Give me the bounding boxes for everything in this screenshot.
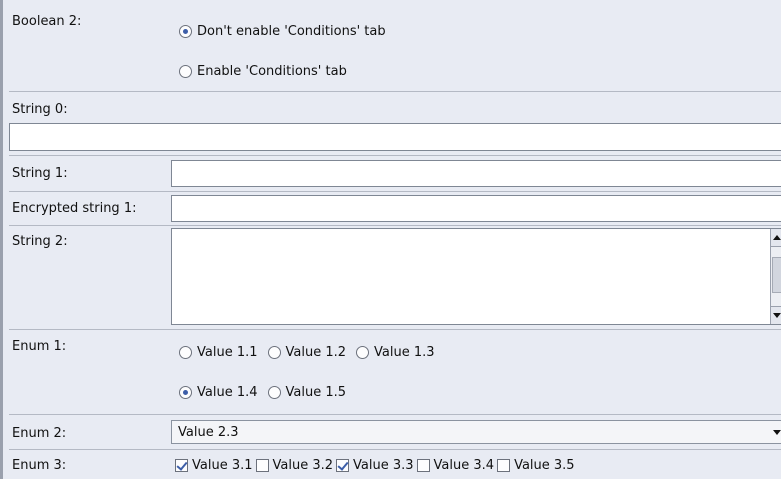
divider [9, 155, 781, 156]
enum3-checkbox-3-3[interactable]: Value 3.3 [336, 458, 414, 473]
string1-field[interactable] [171, 160, 781, 187]
enum3-options: Value 3.1 Value 3.2 Value 3.3 Value 3.4 … [175, 458, 578, 473]
enum1-option-label: Value 1.2 [285, 345, 347, 360]
checkbox-unchecked-icon [497, 459, 511, 472]
enum3-checkbox-3-1[interactable]: Value 3.1 [175, 458, 253, 473]
enum1-label: Enum 1: [12, 339, 67, 354]
divider [9, 329, 781, 330]
scroll-down-button[interactable] [771, 306, 781, 324]
divider [9, 225, 781, 226]
enum1-radio-1-1[interactable]: Value 1.1 [179, 345, 258, 360]
string2-textarea[interactable] [171, 228, 781, 325]
enum2-label: Enum 2: [12, 426, 67, 441]
enum1-option-label: Value 1.5 [285, 385, 347, 400]
enum3-label: Enum 3: [12, 458, 67, 473]
boolean2-option-0-label: Don't enable 'Conditions' tab [197, 24, 386, 39]
radio-selected-icon [179, 25, 192, 38]
string1-label: String 1: [12, 166, 68, 181]
enum1-radio-1-5[interactable]: Value 1.5 [267, 385, 347, 400]
radio-unselected-icon [267, 346, 281, 359]
scroll-up-button[interactable] [771, 229, 781, 247]
boolean2-option-1-label: Enable 'Conditions' tab [197, 64, 347, 79]
divider [9, 449, 781, 450]
radio-unselected-icon [267, 386, 281, 399]
checkbox-unchecked-icon [416, 459, 430, 472]
divider [9, 91, 781, 92]
enum3-checkbox-3-5[interactable]: Value 3.5 [497, 458, 575, 473]
enum3-checkbox-3-4[interactable]: Value 3.4 [416, 458, 495, 473]
enum2-dropdown[interactable]: Value 2.3 [171, 420, 781, 444]
boolean2-radio-dont-enable[interactable]: Don't enable 'Conditions' tab [179, 24, 386, 39]
radio-unselected-icon [356, 346, 370, 359]
divider [9, 191, 781, 192]
enum1-option-label: Value 1.4 [197, 385, 258, 400]
enum1-radio-1-3[interactable]: Value 1.3 [356, 345, 435, 360]
string0-label: String 0: [12, 102, 68, 117]
checkbox-checked-icon [336, 459, 350, 472]
arrow-down-icon [773, 313, 781, 318]
enum3-option-label: Value 3.4 [433, 458, 495, 473]
enum1-option-label: Value 1.3 [374, 345, 435, 360]
encrypted-string1-field[interactable] [171, 195, 781, 222]
radio-unselected-icon [179, 65, 192, 78]
encrypted-string1-label: Encrypted string 1: [12, 201, 137, 216]
enum3-option-label: Value 3.3 [353, 458, 414, 473]
checkbox-unchecked-icon [255, 459, 269, 472]
checkbox-checked-icon [175, 459, 188, 472]
arrow-up-icon [773, 235, 781, 240]
enum3-option-label: Value 3.1 [192, 458, 253, 473]
enum3-option-label: Value 3.5 [514, 458, 575, 473]
string2-label: String 2: [12, 234, 68, 249]
enum1-radio-1-4[interactable]: Value 1.4 [179, 385, 258, 400]
enum2-selected-value: Value 2.3 [178, 424, 239, 440]
string2-scrollbar[interactable] [770, 229, 781, 324]
enum1-row-1: Value 1.1 Value 1.2 Value 1.3 [179, 345, 445, 360]
string0-field[interactable] [9, 123, 781, 151]
chevron-down-icon [773, 430, 781, 435]
divider [9, 414, 781, 415]
enum3-option-label: Value 3.2 [272, 458, 334, 473]
enum1-option-label: Value 1.1 [197, 345, 258, 360]
properties-panel: Boolean 2: Don't enable 'Conditions' tab… [0, 0, 781, 479]
radio-selected-icon [179, 386, 192, 399]
boolean2-option-0-row: Don't enable 'Conditions' tab [179, 24, 396, 39]
radio-unselected-icon [179, 346, 192, 359]
enum1-radio-1-2[interactable]: Value 1.2 [267, 345, 347, 360]
scroll-thumb[interactable] [772, 257, 781, 293]
enum1-row-2: Value 1.4 Value 1.5 [179, 385, 356, 400]
boolean2-label: Boolean 2: [12, 14, 82, 29]
enum3-checkbox-3-2[interactable]: Value 3.2 [255, 458, 334, 473]
boolean2-option-1-row: Enable 'Conditions' tab [179, 64, 357, 79]
boolean2-radio-enable[interactable]: Enable 'Conditions' tab [179, 64, 347, 79]
